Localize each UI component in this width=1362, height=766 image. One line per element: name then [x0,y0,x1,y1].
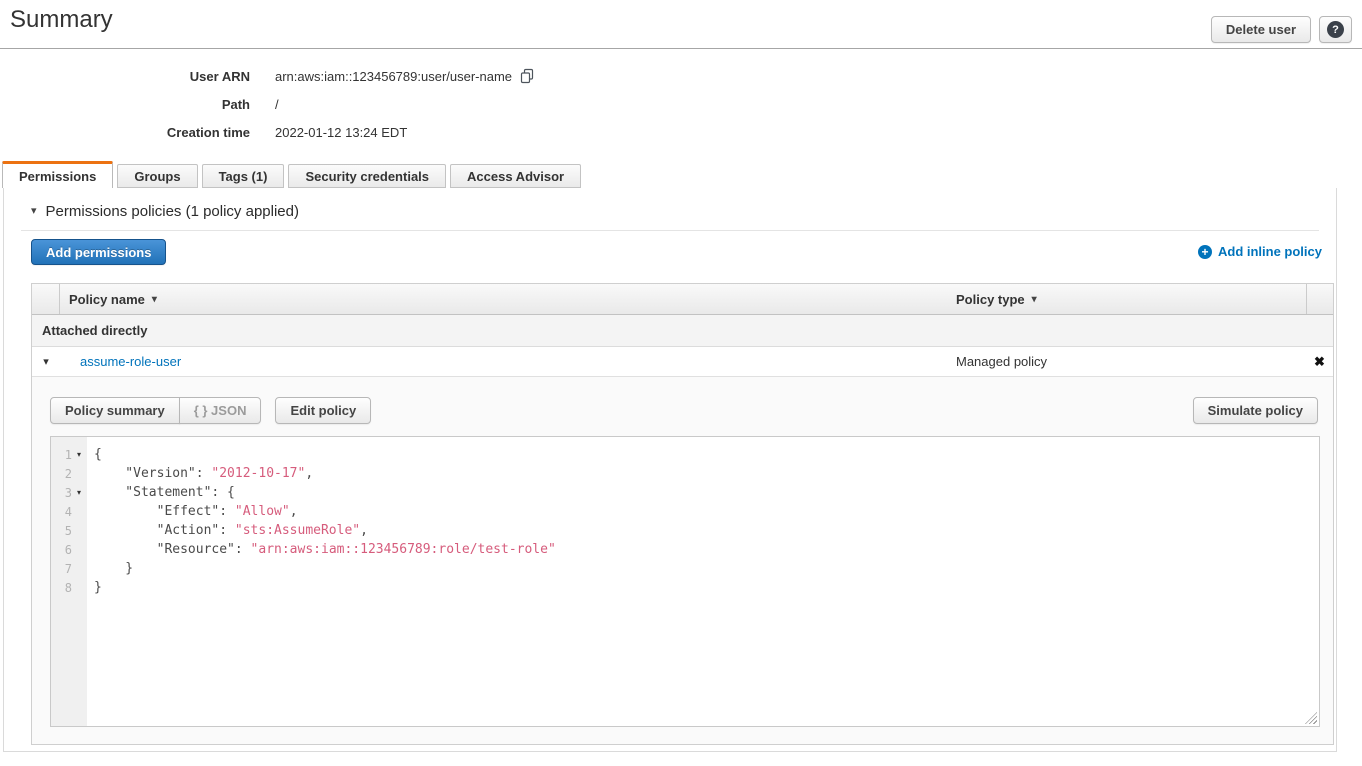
attached-directly-group-row: Attached directly [32,315,1333,347]
user-arn-label: User ARN [0,69,250,84]
tab-bar: PermissionsGroupsTags (1)Security creden… [2,161,581,188]
editor-code[interactable]: { "Version": "2012-10-17", "Statement": … [87,437,1319,726]
meta-row-arn: User ARN arn:aws:iam::123456789:user/use… [0,62,535,90]
gutter-line: 8 [51,578,87,597]
gutter-line: 4 [51,502,87,521]
code-line: } [94,559,1319,578]
path-value: / [250,97,279,112]
code-line: "Version": "2012-10-17", [94,464,1319,483]
sort-caret-icon: ▾ [152,294,157,305]
detach-policy-x-icon[interactable]: ✖ [1314,354,1325,370]
gutter-line: 3▾ [51,483,87,502]
editor-gutter: 1▾23▾45678 [51,437,87,726]
policy-type-cell: Managed policy [947,354,1306,369]
meta-row-path: Path / [0,90,535,118]
code-line: { [94,445,1319,464]
row-expand-caret-icon: ▾ [43,355,49,368]
meta-row-creation-time: Creation time 2022-01-12 13:24 EDT [0,118,535,146]
iam-user-summary-page: Summary Delete user ? User ARN arn:aws:i… [0,0,1362,766]
policy-name-header-label: Policy name [69,292,145,307]
section-divider [21,230,1319,231]
policy-detail-toolbar: Policy summary { } JSON Edit policy Simu… [32,377,1333,424]
help-icon: ? [1327,21,1344,38]
gutter-line: 1▾ [51,445,87,464]
view-segmented-control: Policy summary { } JSON [50,397,261,424]
creation-time-label: Creation time [0,125,250,140]
policy-action-cell: ✖ [1306,354,1333,370]
gutter-line: 2 [51,464,87,483]
policy-table-header: Policy name ▾ Policy type ▾ [32,284,1333,315]
policy-row-assume-role-user: ▾ assume-role-user Managed policy ✖ [32,347,1333,377]
policy-type-header-label: Policy type [956,292,1025,307]
simulate-policy-button[interactable]: Simulate policy [1193,397,1318,424]
section-collapse-caret-icon: ▾ [31,206,37,217]
gutter-line: 5 [51,521,87,540]
add-inline-policy-label: Add inline policy [1218,244,1322,259]
expand-column-header [32,284,60,314]
path-label: Path [0,97,250,112]
user-meta: User ARN arn:aws:iam::123456789:user/use… [0,62,535,146]
user-arn-value: arn:aws:iam::123456789:user/user-name [275,69,512,84]
plus-circle-icon: + [1198,245,1212,259]
tab-tags-1[interactable]: Tags (1) [202,164,285,188]
action-column-header [1306,284,1333,314]
group-row-label: Attached directly [42,323,147,338]
section-title: Permissions policies (1 policy applied) [46,203,299,220]
tab-access-advisor[interactable]: Access Advisor [450,164,581,188]
edit-policy-button[interactable]: Edit policy [275,397,371,424]
code-line: "Statement": { [94,483,1319,502]
permissions-policies-section-header[interactable]: ▾ Permissions policies (1 policy applied… [31,203,299,220]
code-line: "Effect": "Allow", [94,502,1319,521]
policy-type-column-header[interactable]: Policy type ▾ [947,284,1306,314]
json-policy-editor: 1▾23▾45678 { "Version": "2012-10-17", "S… [50,436,1320,727]
tab-groups[interactable]: Groups [117,164,197,188]
row-expand-toggle[interactable]: ▾ [32,355,60,368]
policy-name-cell: assume-role-user [60,354,947,369]
add-permissions-button[interactable]: Add permissions [31,239,166,265]
policy-name-link[interactable]: assume-role-user [80,354,181,369]
policy-summary-button[interactable]: Policy summary [50,397,180,424]
delete-user-button[interactable]: Delete user [1211,16,1311,43]
code-line: "Resource": "arn:aws:iam::123456789:role… [94,540,1319,559]
creation-time-value: 2022-01-12 13:24 EDT [250,125,407,140]
header-divider [0,48,1362,49]
tab-permissions[interactable]: Permissions [2,161,113,188]
code-line: "Action": "sts:AssumeRole", [94,521,1319,540]
copy-icon[interactable] [519,68,535,84]
gutter-line: 6 [51,540,87,559]
gutter-line: 7 [51,559,87,578]
topbar-actions: Delete user ? [1211,16,1352,43]
permissions-tab-panel: ▾ Permissions policies (1 policy applied… [3,188,1337,752]
code-line: } [94,578,1319,597]
fold-caret-icon[interactable]: ▾ [72,451,86,459]
page-title: Summary [10,6,113,34]
user-arn-value-wrap: arn:aws:iam::123456789:user/user-name [250,68,535,84]
sort-caret-icon: ▾ [1032,294,1037,305]
tab-security-credentials[interactable]: Security credentials [288,164,446,188]
policy-detail-expanded-area: Policy summary { } JSON Edit policy Simu… [32,377,1333,744]
json-view-button[interactable]: { } JSON [179,397,262,424]
fold-caret-icon[interactable]: ▾ [72,489,86,497]
help-button[interactable]: ? [1319,16,1352,43]
add-inline-policy-link[interactable]: + Add inline policy [1198,244,1322,259]
policy-table: Policy name ▾ Policy type ▾ Attached dir… [31,283,1334,745]
policy-name-column-header[interactable]: Policy name ▾ [60,284,947,314]
